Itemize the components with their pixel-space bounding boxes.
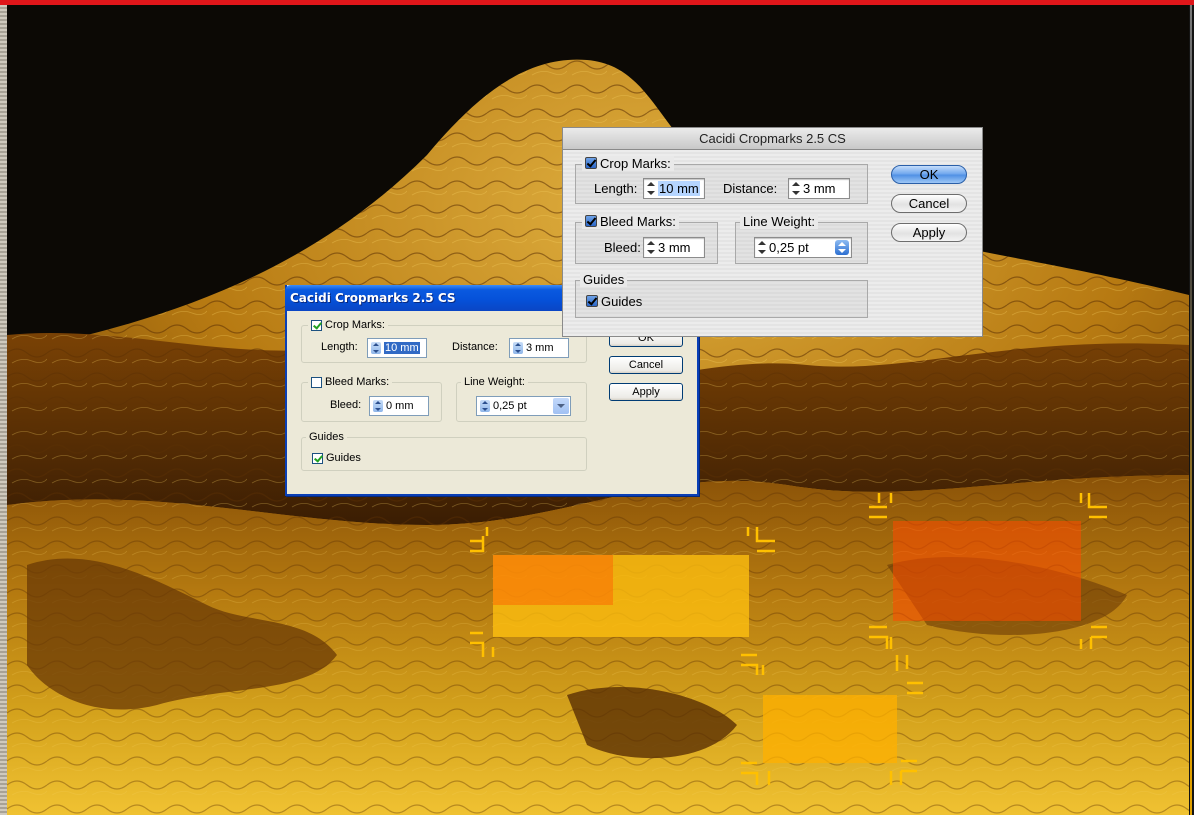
xp-guides-label: Guides — [326, 452, 361, 464]
mac-guides-group-label: Guides — [580, 272, 628, 287]
xp-line-weight-label: Line Weight: — [461, 376, 528, 388]
mac-length-field[interactable]: 10 mm — [643, 178, 705, 199]
mac-line-weight-stepper-icon[interactable] — [757, 240, 767, 255]
right-edge-strip — [1189, 5, 1194, 815]
mac-distance-value: 3 mm — [803, 181, 836, 196]
mac-bleed-marks-label: Bleed Marks: — [600, 214, 676, 229]
xp-length-field[interactable]: 10 mm — [367, 338, 427, 358]
xp-line-weight-spinner-icon[interactable] — [480, 400, 490, 412]
xp-distance-value: 3 mm — [526, 342, 554, 354]
mac-crop-marks-group: Crop Marks: Length: 10 mm Distance: 3 mm — [575, 156, 868, 204]
mac-bleed-field[interactable]: 3 mm — [643, 237, 705, 258]
mac-distance-field[interactable]: 3 mm — [788, 178, 850, 199]
mac-line-weight-value: 0,25 pt — [769, 240, 809, 255]
highlight-rectangle — [763, 695, 897, 763]
mac-guides-group: Guides Guides — [575, 272, 868, 318]
left-edge-strip — [0, 5, 7, 815]
xp-guides-toggle[interactable]: Guides — [312, 452, 361, 464]
xp-crop-marks-checkbox[interactable] — [311, 319, 322, 331]
xp-length-value: 10 mm — [384, 342, 420, 354]
xp-distance-label: Distance: — [452, 341, 498, 353]
mac-distance-label: Distance: — [723, 181, 778, 196]
chevron-down-icon[interactable] — [553, 398, 569, 414]
mac-length-stepper-icon[interactable] — [646, 181, 656, 196]
mac-bleed-marks-checkbox[interactable] — [585, 215, 597, 227]
popup-arrows-icon[interactable] — [835, 240, 849, 255]
xp-bleed-marks-checkbox[interactable] — [311, 376, 322, 388]
mac-bleed-value: 3 mm — [658, 240, 691, 255]
xp-bleed-field[interactable]: 0 mm — [369, 396, 429, 416]
xp-length-label: Length: — [321, 341, 358, 353]
mac-guides-checkbox[interactable] — [586, 295, 598, 307]
mac-distance-stepper-icon[interactable] — [791, 181, 801, 196]
mac-ok-button[interactable]: OK — [891, 165, 967, 184]
highlight-rectangle — [893, 521, 1081, 621]
xp-bleed-label: Bleed: — [330, 399, 362, 411]
xp-line-weight-value: 0,25 pt — [493, 400, 527, 412]
xp-line-weight-group: Line Weight: 0,25 pt — [456, 376, 587, 422]
mac-line-weight-label: Line Weight: — [740, 214, 819, 229]
mac-crop-marks-toggle[interactable]: Crop Marks: — [582, 156, 674, 171]
mac-cropmarks-dialog: Cacidi Cropmarks 2.5 CS Crop Marks: Leng… — [562, 127, 983, 337]
mac-bleed-marks-toggle[interactable]: Bleed Marks: — [582, 214, 679, 229]
mac-line-weight-popup[interactable]: 0,25 pt — [754, 237, 852, 258]
xp-bleed-marks-toggle[interactable]: Bleed Marks: — [308, 376, 393, 388]
xp-apply-button[interactable]: Apply — [609, 383, 683, 401]
xp-distance-spinner-icon[interactable] — [513, 342, 523, 354]
xp-cancel-button[interactable]: Cancel — [609, 356, 683, 374]
xp-crop-marks-group: Crop Marks: Length: 10 mm Distance: 3 mm — [301, 319, 587, 363]
xp-crop-marks-label: Crop Marks: — [325, 319, 385, 331]
xp-guides-group-label: Guides — [306, 431, 347, 443]
mac-line-weight-group: Line Weight: 0,25 pt — [735, 214, 868, 264]
mac-bleed-label: Bleed: — [604, 240, 641, 255]
mac-dialog-title[interactable]: Cacidi Cropmarks 2.5 CS — [563, 128, 982, 150]
mac-cancel-button[interactable]: Cancel — [891, 194, 967, 213]
xp-crop-marks-toggle[interactable]: Crop Marks: — [308, 319, 388, 331]
mac-crop-marks-checkbox[interactable] — [585, 157, 597, 169]
xp-bleed-value: 0 mm — [386, 400, 414, 412]
xp-line-weight-select[interactable]: 0,25 pt — [476, 396, 571, 416]
xp-bleed-spinner-icon[interactable] — [373, 400, 383, 412]
screen: Cacidi Cropmarks 2.5 CS Crop Marks: Leng… — [0, 0, 1194, 815]
mac-crop-marks-label: Crop Marks: — [600, 156, 671, 171]
mac-length-value: 10 mm — [658, 181, 700, 196]
xp-bleed-marks-label: Bleed Marks: — [325, 376, 390, 388]
mac-apply-button[interactable]: Apply — [891, 223, 967, 242]
mac-guides-label: Guides — [601, 294, 643, 309]
mac-length-label: Length: — [594, 181, 638, 196]
xp-guides-checkbox[interactable] — [312, 452, 323, 464]
xp-length-spinner-icon[interactable] — [371, 342, 381, 354]
mac-bleed-marks-group: Bleed Marks: Bleed: 3 mm — [575, 214, 718, 264]
xp-guides-group: Guides Guides — [301, 431, 587, 471]
xp-bleed-marks-group: Bleed Marks: Bleed: 0 mm — [301, 376, 442, 422]
xp-distance-field[interactable]: 3 mm — [509, 338, 569, 358]
mac-bleed-stepper-icon[interactable] — [646, 240, 656, 255]
mac-guides-toggle[interactable]: Guides — [586, 294, 642, 309]
